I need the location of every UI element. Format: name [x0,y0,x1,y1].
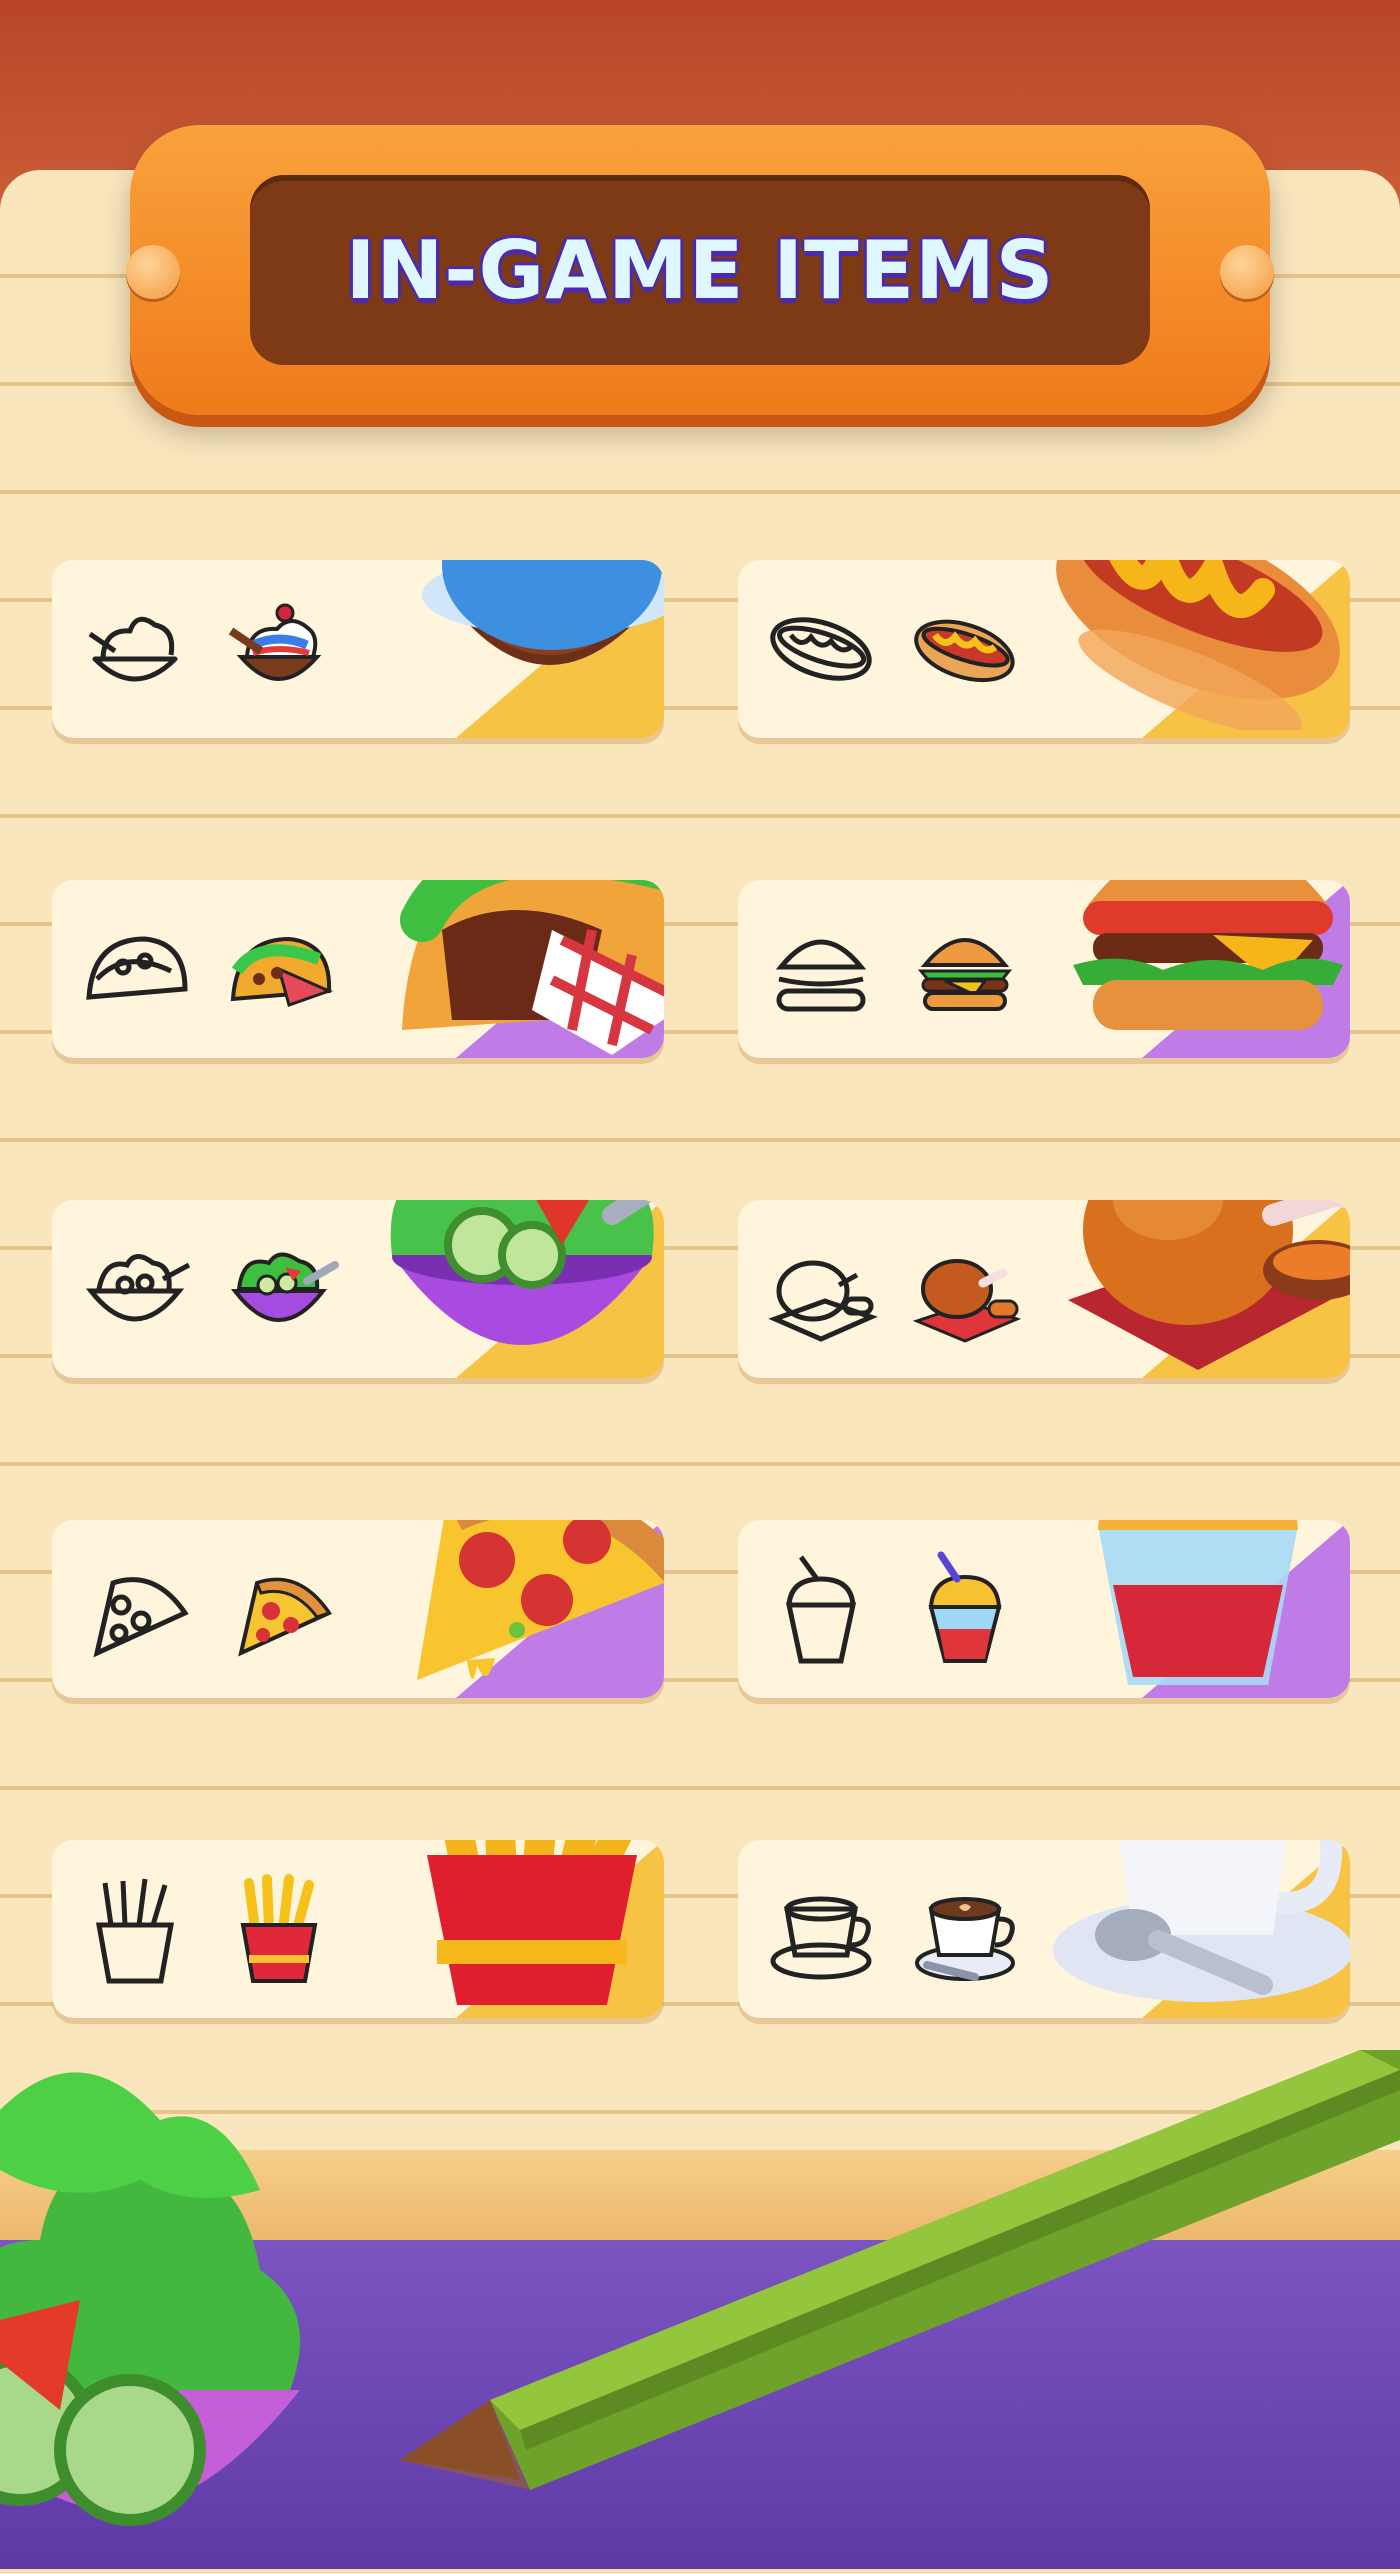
chicken-small-icon [900,1224,1030,1354]
ice-cream-outline-icon [70,584,200,714]
burger-large-icon [1058,880,1350,1058]
milkshake-small-icon [900,1544,1030,1674]
page-title: IN-GAME ITEMS [345,223,1055,317]
item-card-taco[interactable] [52,880,664,1058]
ice-cream-large-icon [382,560,664,738]
hot-dog-outline-icon [756,584,886,714]
item-card-salad[interactable] [52,1200,664,1378]
title-banner: IN-GAME ITEMS [250,175,1150,365]
pizza-large-icon [372,1520,664,1698]
salad-bowl-icon [0,2010,380,2570]
burger-outline-icon [756,904,886,1034]
coffee-small-icon [900,1864,1030,1994]
item-card-roast-chicken[interactable] [738,1200,1350,1378]
fries-large-icon [382,1840,664,2018]
item-card-coffee[interactable] [738,1840,1350,2018]
taco-outline-icon [70,904,200,1034]
green-pencil-icon [380,2050,1400,2520]
plaque-knob-left [126,245,180,299]
plaque-knob-right [1220,245,1274,299]
fries-small-icon [214,1864,344,1994]
salad-large-icon [367,1200,664,1378]
salad-small-icon [214,1224,344,1354]
item-card-french-fries[interactable] [52,1840,664,2018]
hot-dog-small-icon [900,584,1030,714]
pizza-outline-icon [70,1544,200,1674]
chicken-outline-icon [756,1224,886,1354]
burger-small-icon [900,904,1030,1034]
fries-outline-icon [70,1864,200,1994]
item-card-pizza[interactable] [52,1520,664,1698]
hot-dog-large-icon [1038,560,1350,735]
ice-cream-small-icon [214,584,344,714]
coffee-outline-icon [756,1864,886,1994]
item-card-milkshake[interactable] [738,1520,1350,1698]
title-plaque: IN-GAME ITEMS [126,125,1274,415]
milkshake-large-icon [1068,1520,1328,1698]
item-card-burger[interactable] [738,880,1350,1058]
pizza-small-icon [214,1544,344,1674]
milkshake-outline-icon [756,1544,886,1674]
chicken-large-icon [1048,1200,1350,1378]
taco-small-icon [214,904,344,1034]
coffee-large-icon [1038,1840,1350,2018]
taco-large-icon [377,880,664,1058]
item-card-ice-cream-sundae[interactable] [52,560,664,738]
item-card-hot-dog[interactable] [738,560,1350,738]
salad-outline-icon [70,1224,200,1354]
